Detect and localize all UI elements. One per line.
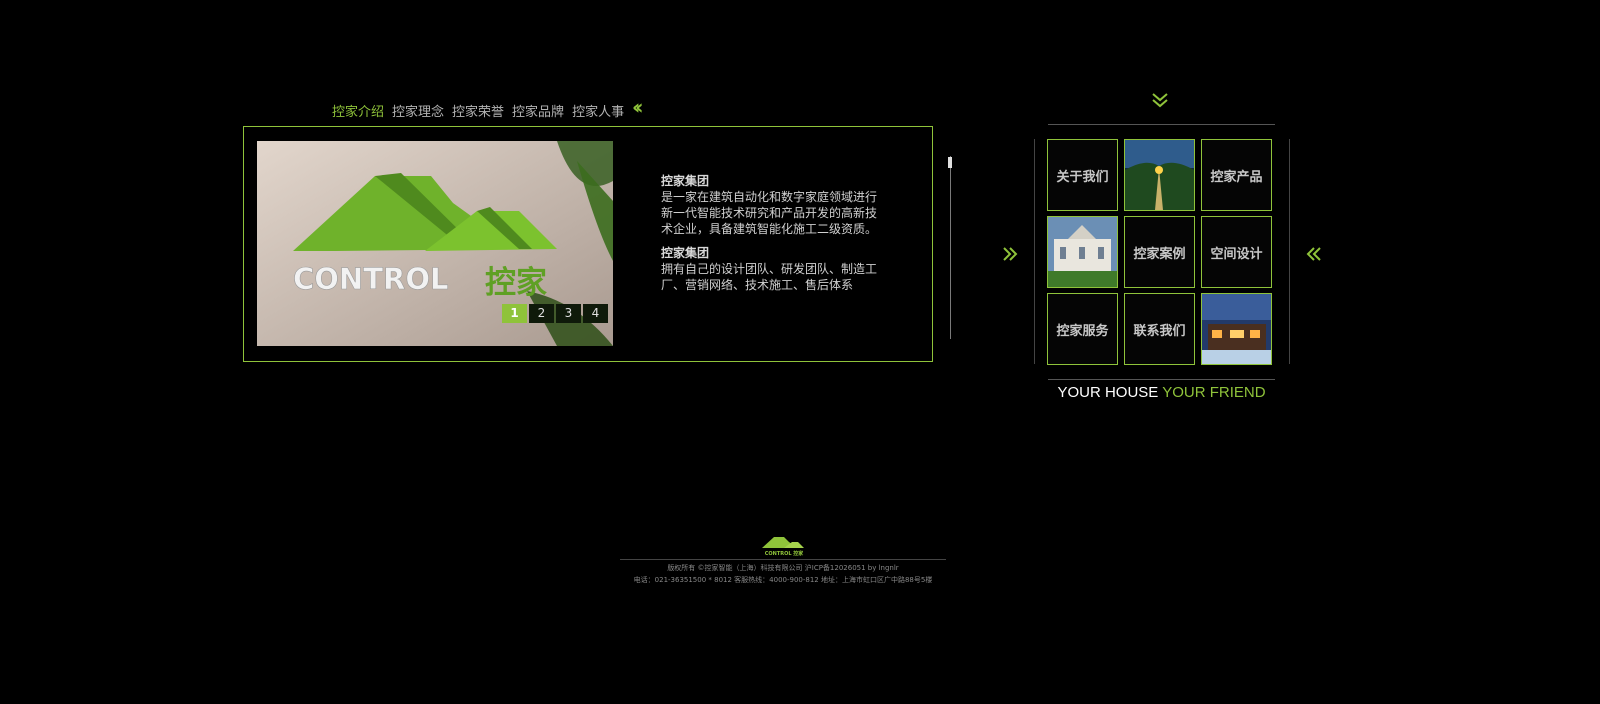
intro-title-2: 控家集团 <box>661 246 710 260</box>
double-chevron-right-icon[interactable] <box>1002 246 1018 262</box>
grid-photo-villa[interactable] <box>1047 216 1118 288</box>
grid-item-cases[interactable]: 控家案例 <box>1124 216 1195 288</box>
tab-hr[interactable]: 控家人事 <box>572 101 624 120</box>
tab-honors[interactable]: 控家荣誉 <box>452 101 504 120</box>
night-house-photo <box>1202 294 1271 364</box>
tab-intro[interactable]: 控家介绍 <box>332 101 384 120</box>
intro-panel: CONTROL 控家 1 2 3 4 控家集团 是一家在建筑自动化和数字家庭领域… <box>243 126 933 362</box>
tab-brand[interactable]: 控家品牌 <box>512 101 564 120</box>
slide-pagination: 1 2 3 4 <box>502 304 610 323</box>
slideshow: CONTROL 控家 1 2 3 4 <box>257 141 613 346</box>
slogan-part1: YOUR HOUSE <box>1057 384 1163 401</box>
grid-photo-night-house[interactable] <box>1201 293 1272 365</box>
grid-item-about[interactable]: 关于我们 <box>1047 139 1118 211</box>
slogan: YOUR HOUSE YOUR FRIEND <box>1048 384 1275 401</box>
sign-text-en: CONTROL <box>293 262 448 296</box>
double-chevron-left-icon[interactable] <box>1306 246 1322 262</box>
intro-text: 控家集团 是一家在建筑自动化和数字家庭领域进行新一代智能技术研究和产品开发的高新… <box>661 173 883 322</box>
intro-title-1: 控家集团 <box>661 174 710 188</box>
nav-grid: 关于我们 控家产品 控家案例 空间设计 控家服务 联系我们 <box>1047 139 1278 367</box>
intro-body-1: 是一家在建筑自动化和数字家庭领域进行新一代智能技术研究和产品开发的高新技术企业，… <box>661 190 878 236</box>
divider <box>1048 379 1275 380</box>
grid-item-contact[interactable]: 联系我们 <box>1124 293 1195 365</box>
grid-item-products[interactable]: 控家产品 <box>1201 139 1272 211</box>
slide-page-1[interactable]: 1 <box>502 304 527 323</box>
divider <box>1289 139 1290 364</box>
grid-item-space[interactable]: 空间设计 <box>1201 216 1272 288</box>
garden-photo <box>1125 140 1194 210</box>
villa-photo <box>1048 217 1117 287</box>
double-chevron-left-icon[interactable]: ‹‹ <box>632 97 644 117</box>
divider <box>1034 139 1035 364</box>
divider <box>1048 124 1275 125</box>
tab-philosophy[interactable]: 控家理念 <box>392 101 444 120</box>
tab-bar: 控家介绍 控家理念 控家荣誉 控家品牌 控家人事 <box>332 100 632 120</box>
footer-copyright: 版权所有 ©控家智能（上海）科技有限公司 沪ICP备12026051 by ln… <box>667 564 899 572</box>
double-chevron-down-icon[interactable] <box>1151 91 1169 109</box>
scrollbar-thumb[interactable] <box>948 157 952 168</box>
footer-contact: 电话：021-36351500 * 8012 客服热线：4000-900-812… <box>633 576 933 584</box>
intro-body-2: 拥有自己的设计团队、研发团队、制造工厂、营销网络、技术施工、售后体系 <box>661 262 878 292</box>
sign-text-cn: 控家 <box>485 265 547 301</box>
grid-photo-garden[interactable] <box>1124 139 1195 211</box>
grid-item-service[interactable]: 控家服务 <box>1047 293 1118 365</box>
divider <box>620 559 946 560</box>
footer-logo[interactable]: CONTROL 控家 <box>758 533 810 557</box>
slide-page-2[interactable]: 2 <box>529 304 554 323</box>
scrollbar-track[interactable] <box>950 156 951 339</box>
slide-page-4[interactable]: 4 <box>583 304 608 323</box>
footer-logo-text: CONTROL 控家 <box>765 550 805 557</box>
slogan-part2: YOUR FRIEND <box>1162 384 1266 401</box>
slide-page-3[interactable]: 3 <box>556 304 581 323</box>
